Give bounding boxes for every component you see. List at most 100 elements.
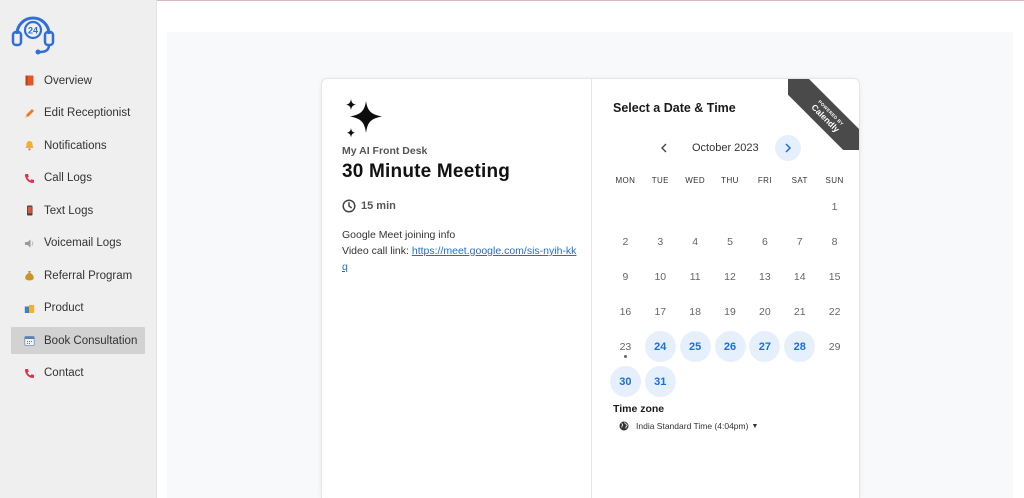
calendar-week: 23 24 25 26 27 28 29	[608, 329, 852, 364]
available-day-button[interactable]: 31	[644, 366, 676, 397]
weekday-label: WED	[685, 176, 706, 185]
bell-icon	[23, 140, 35, 152]
day-cell: 24	[643, 329, 678, 364]
unavailable-day: 17	[654, 305, 667, 318]
pencil-icon	[23, 107, 35, 119]
sidebar-item-label: Contact	[44, 367, 84, 379]
phone-icon	[23, 172, 35, 184]
calendar-week: 1	[608, 189, 852, 224]
current-month: October 2023	[692, 142, 759, 154]
unavailable-day: 29	[828, 340, 841, 353]
sidebar-item-product[interactable]: Product	[11, 295, 145, 322]
calendar-week: 16 17 18 19 20 21 22	[608, 294, 852, 329]
empty-day-cell	[643, 189, 678, 224]
description-line: Google Meet joining info	[342, 229, 456, 241]
unavailable-day: 10	[654, 270, 667, 283]
available-day-button[interactable]: 24	[644, 331, 676, 362]
day-cell: 30	[608, 364, 643, 399]
video-call-label: Video call link:	[342, 245, 412, 257]
weekday-label: SAT	[791, 176, 808, 185]
sparkles-icon	[342, 97, 386, 141]
mobile-icon	[23, 205, 35, 217]
unavailable-day: 15	[828, 270, 841, 283]
unavailable-day: 3	[657, 235, 664, 248]
sidebar-item-label: Edit Receptionist	[44, 107, 131, 119]
unavailable-day: 20	[759, 305, 771, 318]
sidebar-item-contact[interactable]: Contact	[11, 360, 145, 387]
book-icon	[23, 75, 35, 87]
sidebar-item-notifications[interactable]: Notifications	[11, 132, 145, 159]
unavailable-day: 11	[689, 270, 701, 283]
badge-ribbon: POWERED BY Calendly	[788, 79, 859, 150]
unavailable-day: 9	[622, 270, 629, 283]
previous-month-button[interactable]	[654, 138, 674, 158]
unavailable-day: 22	[828, 305, 841, 318]
sidebar-item-referral-program[interactable]: Referral Program	[11, 262, 145, 289]
chevron-left-icon	[661, 143, 667, 153]
speaker-icon	[23, 237, 35, 249]
sidebar-item-book-consultation[interactable]: Book Consultation	[11, 327, 145, 354]
unavailable-day: 13	[759, 270, 771, 283]
unavailable-day: 18	[689, 305, 701, 318]
shopping-bags-icon	[23, 302, 35, 314]
unavailable-day: 19	[724, 305, 736, 318]
phone-icon	[23, 367, 35, 379]
weekday-label: FRI	[757, 176, 772, 185]
unavailable-day: 1	[831, 200, 838, 213]
caret-down-icon: ▼	[751, 422, 759, 430]
globe-icon	[619, 421, 629, 431]
sidebar-item-overview[interactable]: Overview	[11, 67, 145, 94]
calendar-icon	[23, 335, 35, 347]
sidebar: 24 Overview Edit Receptionist Notificati…	[0, 0, 157, 498]
today-indicator	[623, 355, 627, 358]
unavailable-day: 12	[724, 270, 736, 283]
unavailable-day: 14	[793, 270, 806, 283]
headset-24-logo[interactable]: 24	[10, 10, 56, 56]
empty-day-cell	[713, 189, 748, 224]
unavailable-day: 5	[727, 235, 733, 248]
calendar-week: 2 3 4 5 6 7 8	[608, 224, 852, 259]
sidebar-item-voicemail-logs[interactable]: Voicemail Logs	[11, 230, 145, 257]
sidebar-item-call-logs[interactable]: Call Logs	[11, 165, 145, 192]
empty-day-cell	[608, 189, 643, 224]
sidebar-item-edit-receptionist[interactable]: Edit Receptionist	[11, 100, 145, 127]
unavailable-day: 23	[608, 329, 643, 364]
sidebar-item-label: Notifications	[44, 139, 107, 152]
calendly-scheduler-card: My AI Front Desk 30 Minute Meeting 15 mi…	[321, 78, 860, 498]
calendar-week: 9 10 11 12 13 14 15	[608, 259, 852, 294]
sidebar-item-label: Voicemail Logs	[44, 237, 122, 249]
available-day-button[interactable]: 28	[784, 331, 816, 362]
empty-day-cell	[713, 364, 748, 399]
empty-day-cell	[678, 364, 713, 399]
top-border	[157, 0, 1024, 1]
event-duration: 15 min	[342, 199, 582, 213]
weekday-header: MON TUE WED THU FRI SAT SUN	[608, 176, 852, 185]
unavailable-day: 4	[692, 235, 699, 248]
available-day-button[interactable]: 27	[749, 331, 781, 362]
available-day-button[interactable]: 30	[609, 366, 641, 397]
sidebar-item-text-logs[interactable]: Text Logs	[11, 197, 145, 224]
select-date-heading: Select a Date & Time	[613, 101, 736, 115]
unavailable-day: 6	[761, 235, 768, 248]
event-description: Google Meet joining info Video call link…	[342, 227, 582, 275]
empty-day-cell	[782, 189, 817, 224]
sidebar-nav: Overview Edit Receptionist Notifications…	[11, 67, 145, 392]
timezone-select[interactable]: India Standard Time (4:04pm) ▼	[619, 421, 758, 431]
sidebar-item-label: Call Logs	[44, 172, 92, 184]
timezone-value: India Standard Time (4:04pm)	[636, 421, 749, 431]
sidebar-item-label: Overview	[44, 74, 92, 87]
empty-day-cell	[817, 364, 852, 399]
unavailable-day: 16	[619, 305, 632, 318]
day-cell: 28	[782, 329, 817, 364]
event-title: 30 Minute Meeting	[342, 161, 511, 182]
svg-text:24: 24	[28, 26, 38, 36]
duration-text: 15 min	[361, 200, 396, 212]
weekday-label: THU	[721, 176, 739, 185]
weekday-label: MON	[615, 176, 636, 185]
weekday-label: SUN	[825, 176, 844, 185]
unavailable-day: 21	[793, 305, 806, 318]
powered-by-calendly-badge[interactable]: POWERED BY Calendly	[788, 79, 859, 150]
available-day-button[interactable]: 26	[714, 331, 746, 362]
unavailable-day: 7	[796, 235, 803, 248]
available-day-button[interactable]: 25	[679, 331, 711, 362]
